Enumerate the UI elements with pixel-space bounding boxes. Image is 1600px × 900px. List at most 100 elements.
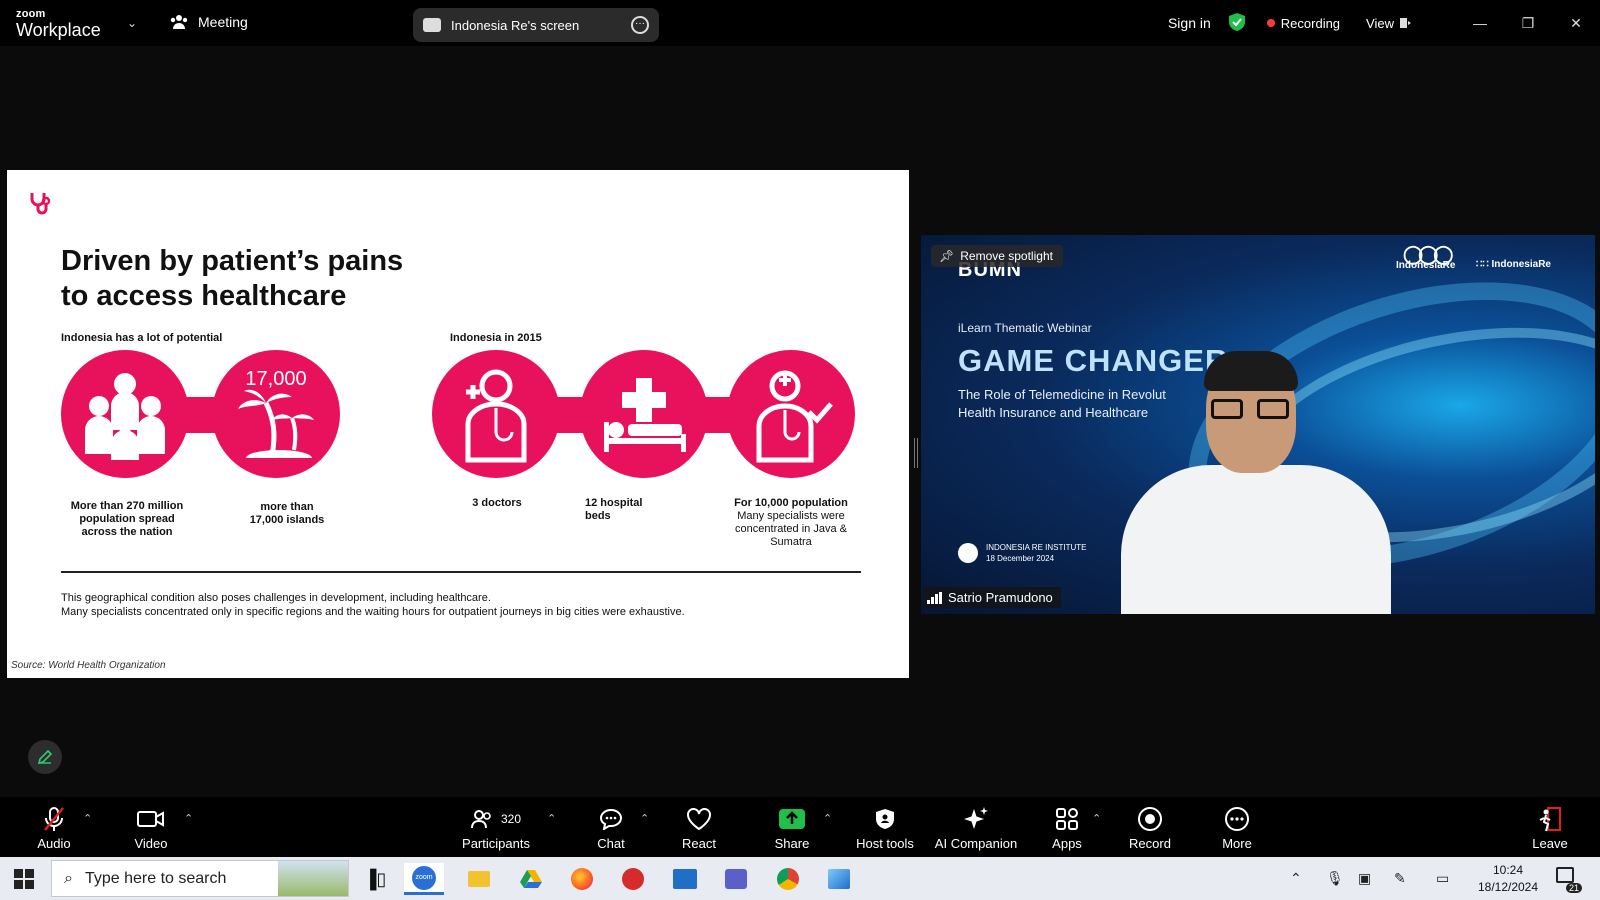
teams-icon[interactable] [716,863,756,895]
footnote-line: Many specialists concentrated only in sp… [61,606,685,618]
minimize-icon[interactable]: — [1456,15,1504,31]
antivirus-icon[interactable] [613,863,653,895]
remove-spotlight-label: Remove spotlight [960,249,1053,263]
notification-center-icon[interactable]: 21 [1556,867,1582,893]
leave-button[interactable]: Leave [1505,805,1595,851]
view-button[interactable]: View [1366,16,1412,31]
share-label: Share [774,836,810,851]
caption-line: more than [260,501,314,513]
beds-caption: 12 hospital beds [585,497,685,523]
screen-share-label: Indonesia Re's screen [451,17,580,33]
participants-button[interactable]: 320 Participants [451,805,541,851]
hospital-bed-icon [604,378,686,452]
windows-taskbar: ⌕ Type here to search ▐▯ zoom ⌃ 🎙︎ ▣ ✎ ▭… [0,857,1600,900]
recording-indicator[interactable]: Recording [1266,15,1341,31]
doctors-caption: 3 doctors [472,497,522,509]
video-button[interactable]: Video [106,805,196,851]
chevron-down-icon[interactable]: ⌄ [127,16,137,30]
react-button[interactable]: React [654,805,744,851]
tray-chevron-icon[interactable]: ⌃ [1290,857,1302,900]
more-button[interactable]: More [1192,805,1282,851]
taskbar-search-input[interactable]: ⌕ Type here to search [51,860,349,897]
shared-slide: Driven by patient’s pains to access heal… [7,170,909,678]
record-label: Record [1129,836,1171,851]
windows-start-icon[interactable] [14,869,34,889]
security-shield-icon[interactable] [1228,12,1245,34]
speaker-video-tile[interactable]: BUMN 📌︎ Remove spotlight ◯◯◯ IndonesiaRe… [921,235,1595,614]
zoom-app-icon[interactable]: zoom [404,863,444,895]
rings-icon: ◯◯◯ [1403,244,1453,264]
participants-icon [470,810,491,829]
task-view-icon[interactable]: ▐▯ [355,863,395,895]
title-bar: zoom Workplace ⌄ Meeting Indonesia Re's … [0,0,1600,46]
subtitle-potential: Indonesia has a lot of potential [61,332,223,344]
zoom-workplace-logo: zoom Workplace [16,8,101,40]
video-camera-icon [137,811,164,827]
close-icon[interactable]: ✕ [1552,15,1600,32]
keyboard-tray-icon[interactable]: ▭ [1436,857,1449,900]
more-options-icon[interactable]: ··· [631,16,649,34]
subtitle-2015: Indonesia in 2015 [450,332,542,344]
stethoscope-icon [30,193,51,215]
population-caption: More than 270 million population spread … [47,500,207,539]
mic-muted-icon [44,807,64,831]
firefox-icon[interactable] [562,863,602,895]
indonesia-re-logo: ◯◯◯ IndonesiaRe [1396,244,1455,271]
recording-label: Recording [1280,15,1341,31]
display-tray-icon[interactable]: ▣ [1358,857,1371,900]
restore-icon[interactable]: ❐ [1504,15,1552,32]
video-options-caret[interactable]: ⌃ [184,812,193,825]
doctor-icon [465,369,527,463]
hospital-beds-circle [580,350,708,478]
caption-line: beds [585,510,611,522]
population-icon [85,373,165,460]
sign-in-link[interactable]: Sign in [1168,15,1211,31]
speaker-hair [1204,351,1298,391]
google-drive-icon[interactable] [511,863,551,895]
caption-line: 17,000 islands [249,514,325,526]
ai-companion-label: AI Companion [934,836,1018,851]
camera-logo-icon [958,543,978,563]
search-highlight-image [278,861,348,896]
screen-share-indicator[interactable]: Indonesia Re's screen ··· [413,8,659,42]
pen-tray-icon[interactable]: ✎ [1394,857,1406,900]
meeting-button[interactable]: Meeting [170,14,248,30]
caption-line: For 10,000 population [734,497,848,509]
apps-options-caret[interactable]: ⌃ [1092,812,1101,825]
shield-icon [876,809,894,829]
photos-icon[interactable] [819,863,859,895]
search-placeholder: Type here to search [84,869,227,887]
caption-line: across the nation [81,526,173,538]
notification-count: 21 [1565,883,1582,893]
sparkle-icon [964,807,988,829]
split-view-handle[interactable] [914,438,918,468]
host-tools-button[interactable]: Host tools [840,805,930,851]
ai-companion-button[interactable]: AI Companion [921,805,1031,851]
pin-icon: 📌︎ [939,249,955,263]
host-tools-label: Host tools [856,836,914,851]
record-button[interactable]: Record [1105,805,1195,851]
participants-options-caret[interactable]: ⌃ [547,812,556,825]
file-explorer-icon[interactable] [459,863,499,895]
annotate-pencil-icon[interactable] [28,740,62,774]
audio-options-caret[interactable]: ⌃ [83,812,92,825]
caption-line: 12 hospital [585,497,643,509]
brand-small: zoom [16,8,46,20]
chrome-icon[interactable] [768,863,808,895]
chat-options-caret[interactable]: ⌃ [640,812,649,825]
specialists-caption: For 10,000 population Many specialists w… [721,497,861,549]
microphone-tray-icon[interactable]: 🎙︎ [1326,857,1344,900]
clock-time: 10:24 [1492,863,1524,877]
outlook-icon[interactable] [665,863,705,895]
remove-spotlight-button[interactable]: 📌︎ Remove spotlight [931,245,1063,267]
meeting-label: Meeting [198,14,248,30]
slide-title: Driven by patient’s pains to access heal… [61,244,481,314]
caption-line: Many specialists were [737,510,845,522]
source-note: Source: World Health Organization [11,660,166,671]
share-options-caret[interactable]: ⌃ [823,812,832,825]
heart-icon [687,808,711,830]
system-clock[interactable]: 10:24 18/12/2024 [1468,862,1548,896]
speaker-name-tag: Satrio Pramudono [923,587,1061,608]
audio-label: Audio [37,836,71,851]
slide-title-line2: to access healthcare [61,280,347,312]
